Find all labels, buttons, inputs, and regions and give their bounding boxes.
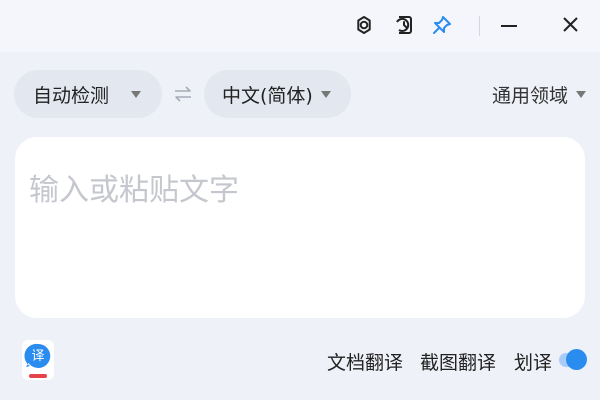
minimize-button[interactable] bbox=[497, 12, 521, 38]
pin-button[interactable] bbox=[430, 12, 454, 38]
footer-bar: 译 文档翻译 截图翻译 划译 bbox=[0, 338, 600, 388]
selection-translate-toggle[interactable] bbox=[559, 349, 587, 371]
close-icon bbox=[563, 17, 578, 32]
svg-text:译: 译 bbox=[31, 349, 44, 364]
source-text-input[interactable] bbox=[29, 165, 569, 305]
chevron-down-icon bbox=[576, 90, 586, 98]
pin-icon bbox=[433, 16, 451, 34]
close-button[interactable] bbox=[558, 12, 582, 38]
target-language-select[interactable]: 中文(简体) bbox=[204, 70, 351, 118]
swap-arrows-icon bbox=[175, 86, 191, 102]
history-button[interactable] bbox=[392, 12, 416, 38]
chevron-down-icon bbox=[320, 90, 331, 98]
translate-logo-icon: 译 bbox=[22, 340, 54, 380]
screenshot-translate-link[interactable]: 截图翻译 bbox=[420, 348, 496, 375]
toggle-knob bbox=[566, 349, 587, 370]
target-language-label: 中文(简体) bbox=[222, 84, 313, 107]
selection-translate-label: 划译 bbox=[514, 352, 553, 374]
domain-label: 通用领域 bbox=[491, 84, 568, 107]
title-bar bbox=[0, 0, 600, 52]
language-bar: 自动检测 中文(简体) 通用领域 bbox=[0, 70, 600, 118]
settings-button[interactable] bbox=[352, 12, 376, 38]
source-language-label: 自动检测 bbox=[33, 84, 110, 107]
source-language-select[interactable]: 自动检测 bbox=[14, 70, 162, 118]
domain-select[interactable]: 通用领域 bbox=[492, 70, 586, 118]
document-translate-link[interactable]: 文档翻译 bbox=[327, 348, 403, 375]
swap-languages-button[interactable] bbox=[171, 82, 195, 106]
history-icon bbox=[396, 16, 412, 34]
app-logo[interactable]: 译 bbox=[20, 338, 56, 382]
minimize-icon bbox=[501, 25, 517, 27]
input-card bbox=[15, 137, 585, 318]
chevron-down-icon bbox=[131, 90, 142, 98]
gear-icon bbox=[357, 16, 371, 34]
titlebar-divider bbox=[479, 16, 480, 36]
